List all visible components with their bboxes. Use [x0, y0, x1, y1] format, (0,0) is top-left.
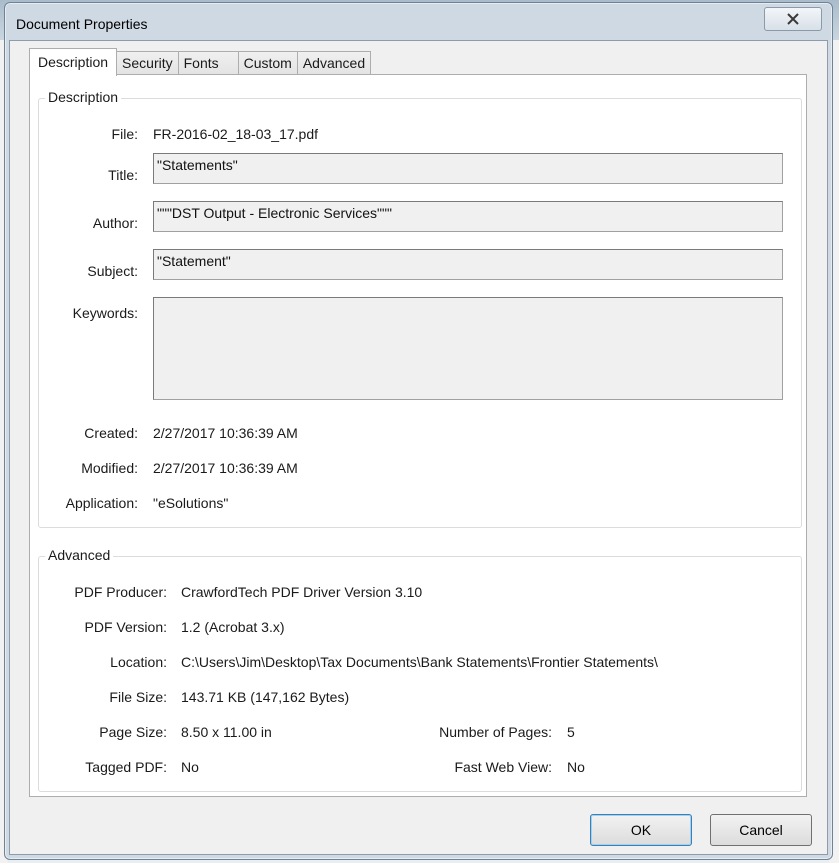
application-label: Application: — [65, 495, 138, 511]
modified-label: Modified: — [81, 460, 138, 476]
document-properties-dialog: Document Properties Description Security… — [4, 2, 833, 860]
author-label: Author: — [92, 215, 138, 231]
keywords-label: Keywords: — [72, 305, 138, 321]
number-of-pages-value: 5 — [567, 724, 575, 740]
title-bar[interactable]: Document Properties — [5, 3, 832, 43]
subject-field[interactable]: "Statement" — [153, 249, 783, 280]
file-value: FR-2016-02_18-03_17.pdf — [153, 126, 319, 142]
tab-strip: Description Security Fonts Custom Advanc… — [29, 47, 372, 76]
created-value: 2/27/2017 10:36:39 AM — [153, 425, 298, 441]
keywords-field[interactable] — [153, 297, 783, 400]
tab-description[interactable]: Description — [29, 48, 118, 76]
fast-web-view-label: Fast Web View: — [454, 759, 552, 775]
tab-custom[interactable]: Custom — [237, 51, 298, 75]
advanced-group-legend: Advanced — [45, 547, 114, 563]
file-label: File: — [111, 126, 138, 142]
subject-label: Subject: — [87, 263, 138, 279]
application-value: "eSolutions" — [153, 495, 229, 511]
created-label: Created: — [84, 425, 138, 441]
title-label: Title: — [108, 167, 138, 183]
tab-security[interactable]: Security — [116, 51, 179, 75]
pdf-producer-value: CrawfordTech PDF Driver Version 3.10 — [181, 584, 423, 600]
modified-value: 2/27/2017 10:36:39 AM — [153, 460, 298, 476]
window-title: Document Properties — [16, 16, 148, 32]
pdf-version-label: PDF Version: — [84, 619, 167, 635]
number-of-pages-label: Number of Pages: — [439, 724, 552, 740]
location-label: Location: — [110, 654, 167, 670]
pdf-producer-label: PDF Producer: — [74, 584, 167, 600]
pdf-version-value: 1.2 (Acrobat 3.x) — [181, 619, 285, 635]
tab-advanced[interactable]: Advanced — [296, 51, 372, 75]
tagged-pdf-label: Tagged PDF: — [85, 759, 167, 775]
ok-button[interactable]: OK — [590, 814, 692, 846]
dialog-client-area: Description Security Fonts Custom Advanc… — [9, 40, 828, 855]
page-size-value: 8.50 x 11.00 in — [181, 724, 272, 740]
page-size-label: Page Size: — [99, 724, 167, 740]
file-size-label: File Size: — [109, 689, 167, 705]
tagged-pdf-value: No — [181, 759, 199, 775]
fast-web-view-value: No — [567, 759, 585, 775]
author-field[interactable]: """DST Output - Electronic Services""" — [153, 201, 783, 232]
description-group-legend: Description — [45, 89, 122, 105]
close-icon — [787, 13, 799, 25]
title-field[interactable]: "Statements" — [153, 153, 783, 184]
cancel-button[interactable]: Cancel — [710, 814, 812, 846]
close-button[interactable] — [764, 7, 822, 31]
description-tab-panel: Description File: FR-2016-02_18-03_17.pd… — [29, 74, 807, 797]
tab-fonts[interactable]: Fonts — [177, 51, 239, 75]
file-size-value: 143.71 KB (147,162 Bytes) — [181, 689, 350, 705]
location-value: C:\Users\Jim\Desktop\Tax Documents\Bank … — [181, 654, 658, 670]
